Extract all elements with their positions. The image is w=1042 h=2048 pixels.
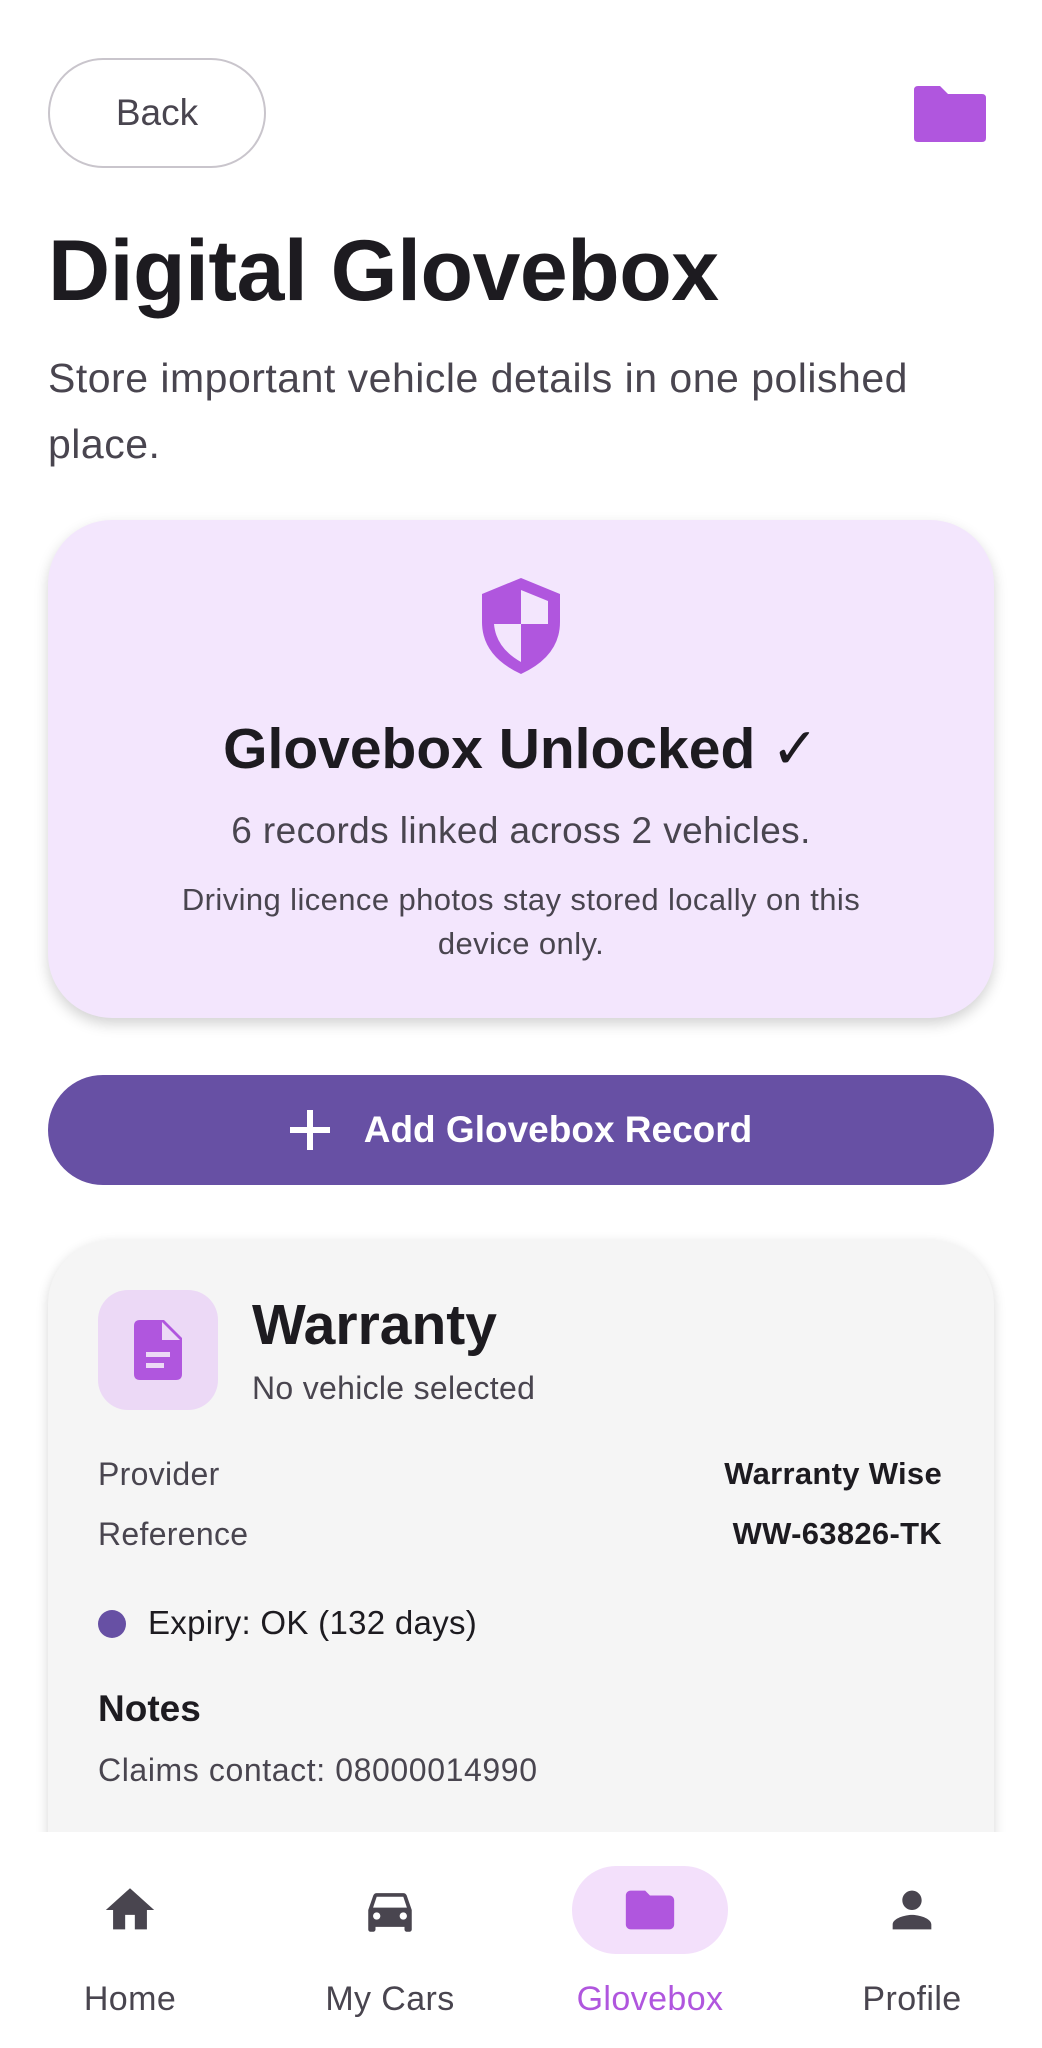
records-summary: 6 records linked across 2 vehicles. — [231, 810, 811, 851]
nav-pill-home — [52, 1866, 208, 1954]
nav-label-glovebox: Glovebox — [576, 1980, 724, 2018]
glovebox-screen: Back Digital Glovebox Store important ve… — [0, 0, 1042, 2048]
document-icon — [134, 1320, 182, 1380]
notes-text: Claims contact: 08000014990 — [98, 1752, 538, 1788]
nav-pill-glovebox — [572, 1866, 728, 1954]
provider-label: Provider — [98, 1456, 220, 1492]
back-button-label: Back — [115, 92, 199, 133]
expiry-status-dot — [98, 1610, 126, 1638]
plus-icon — [289, 1110, 330, 1150]
notes-heading: Notes — [98, 1688, 201, 1729]
person-icon — [892, 1890, 932, 1930]
home-icon — [105, 1888, 155, 1930]
folder-icon — [625, 1890, 675, 1930]
nav-label-my-cars: My Cars — [325, 1980, 455, 2018]
record-icon-tile — [98, 1290, 218, 1410]
nav-item-glovebox[interactable]: Glovebox — [520, 1832, 780, 2048]
nav-item-my-cars[interactable]: My Cars — [260, 1832, 520, 2048]
nav-pill-my-cars — [312, 1866, 468, 1954]
page-title: Digital Glovebox — [48, 223, 719, 319]
reference-label: Reference — [98, 1516, 249, 1552]
shield-icon — [482, 578, 560, 674]
folder-icon[interactable] — [912, 84, 988, 144]
nav-item-home[interactable]: Home — [0, 1832, 260, 2048]
car-icon — [368, 1893, 412, 1932]
glovebox-status-card: Glovebox Unlocked ✓ 6 records linked acr… — [48, 520, 994, 1018]
bottom-navigation: Home My Cars Glovebox Profile — [0, 1832, 1042, 2048]
record-title: Warranty — [252, 1293, 497, 1357]
back-button[interactable]: Back — [48, 58, 266, 168]
status-title: Glovebox Unlocked ✓ — [223, 717, 819, 781]
add-record-label: Add Glovebox Record — [363, 1109, 753, 1150]
nav-label-home: Home — [83, 1980, 177, 2018]
nav-pill-profile — [834, 1866, 990, 1954]
provider-value: Warranty Wise — [724, 1456, 942, 1491]
page-subtitle: Store important vehicle details in one p… — [48, 355, 908, 467]
nav-item-profile[interactable]: Profile — [782, 1832, 1042, 2048]
privacy-note: Driving licence photos stay stored local… — [181, 882, 861, 961]
nav-label-profile: Profile — [862, 1980, 962, 2018]
record-vehicle: No vehicle selected — [252, 1370, 536, 1406]
add-record-button[interactable]: Add Glovebox Record — [48, 1075, 994, 1185]
expiry-status: Expiry: OK (132 days) — [148, 1604, 478, 1641]
reference-value: WW-63826-TK — [732, 1516, 942, 1551]
